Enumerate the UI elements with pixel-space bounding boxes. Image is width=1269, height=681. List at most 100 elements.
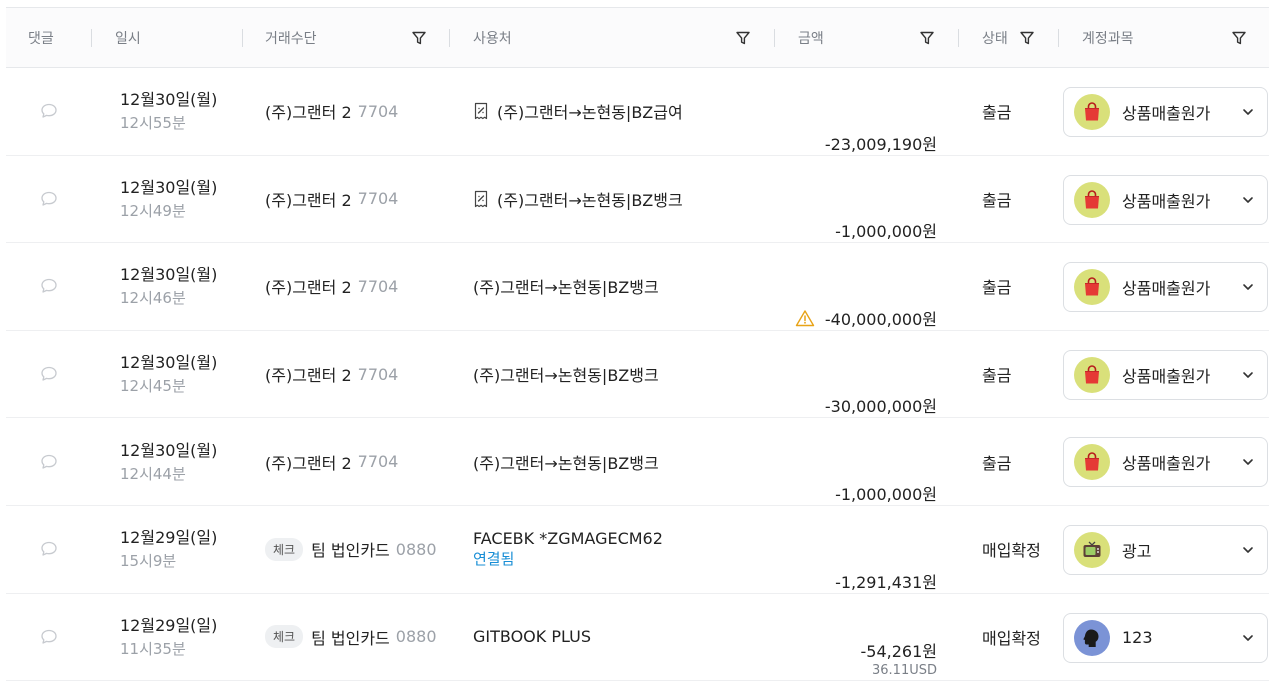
filter-icon[interactable] <box>919 30 935 46</box>
payment-method-cell: (주)그랜터 2 7704 <box>265 331 398 418</box>
payment-method-cell: (주)그랜터 2 7704 <box>265 243 398 330</box>
account-label: 상품매출원가 <box>1122 104 1211 123</box>
chevron-down-icon[interactable] <box>1241 368 1255 382</box>
transaction-time: 12시46분 <box>120 289 186 308</box>
header-divider <box>958 29 959 47</box>
transaction-date: 12월30일(월) <box>120 90 218 110</box>
account-select[interactable]: 상품매출원가 <box>1063 437 1268 488</box>
chevron-down-icon[interactable] <box>1241 543 1255 557</box>
header-datetime: 일시 <box>115 31 141 47</box>
datetime-cell: 12월30일(월) 12시44분 <box>120 418 217 505</box>
linked-status-link[interactable]: 연결됨 <box>473 548 514 570</box>
chevron-down-icon[interactable] <box>1241 455 1255 469</box>
comment-cell[interactable] <box>38 506 60 593</box>
account-label: 상품매출원가 <box>1122 191 1211 211</box>
datetime-cell: 12월29일(일) 15시9분 <box>120 506 217 593</box>
header-status: 상태 <box>982 31 1008 47</box>
payment-method-name: (주)그랜터 2 <box>265 453 352 473</box>
account-select[interactable]: 상품매출원가 <box>1063 87 1268 137</box>
comment-icon[interactable] <box>39 539 59 559</box>
comment-icon[interactable] <box>39 627 59 647</box>
transaction-time: 15시9분 <box>120 552 177 571</box>
chevron-down-icon[interactable] <box>1241 280 1255 294</box>
comment-cell[interactable] <box>38 331 60 418</box>
merchant-line: (주)그랜터→논현동|BZ뱅크 <box>473 274 659 298</box>
account-avatar <box>1074 356 1110 393</box>
header-divider <box>449 29 450 47</box>
table-row[interactable]: 12월30일(월) 12시44분 (주)그랜터 2 7704 (주)그랜터→논현동|BZ… <box>6 418 1269 506</box>
table-header: 댓글 일시 거래수단 사용처 금액 상태 계정과목 <box>6 7 1269 68</box>
merchant-line: (주)그랜터→논현동|BZ뱅크 <box>473 362 659 386</box>
header-account: 계정과목 <box>1082 31 1134 47</box>
transaction-time: 12시49분 <box>120 201 186 220</box>
comment-cell[interactable] <box>38 594 60 681</box>
account-select[interactable]: 상품매출원가 <box>1063 262 1268 313</box>
comment-cell[interactable] <box>38 156 60 243</box>
account-avatar <box>1074 444 1110 481</box>
merchant-name: (주)그랜터→논현동|BZ뱅크 <box>473 366 659 386</box>
datetime-cell: 12월29일(일) 11시35분 <box>120 594 217 681</box>
account-label: 상품매출원가 <box>1122 454 1211 474</box>
amount-line: -1,291,431원 <box>835 569 937 593</box>
filter-icon[interactable] <box>735 30 751 46</box>
table-row[interactable]: 12월29일(일) 11시35분 체크 팀 법인카드 0880 GITBOOK PLUS -… <box>6 594 1269 681</box>
account-select[interactable]: 광고 <box>1063 524 1268 575</box>
filter-icon[interactable] <box>1019 30 1035 46</box>
card-type-badge: 체크 <box>265 625 304 649</box>
merchant-name: GITBOOK PLUS <box>473 627 591 647</box>
merchant-line: FACEBK *ZGMAGECM62 <box>473 529 663 548</box>
card-type-badge: 체크 <box>265 537 304 561</box>
header-divider <box>91 29 92 47</box>
payment-method-name: (주)그랜터 2 <box>265 366 352 386</box>
status-label: 출금 <box>982 103 1012 123</box>
transaction-date: 12월30일(월) <box>120 177 218 197</box>
chevron-down-icon[interactable] <box>1241 193 1255 207</box>
table-row[interactable]: 12월30일(월) 12시46분 (주)그랜터 2 7704 (주)그랜터→논현동|BZ… <box>6 243 1269 331</box>
comment-cell[interactable] <box>38 243 60 330</box>
comment-icon[interactable] <box>39 189 59 209</box>
merchant-cell: FACEBK *ZGMAGECM62 연결됨 <box>473 506 663 593</box>
transaction-time: 11시35분 <box>120 639 186 658</box>
comment-cell[interactable] <box>38 68 60 155</box>
table-row[interactable]: 12월30일(월) 12시49분 (주)그랜터 2 7704 (주)그랜터→논현동|BZ… <box>6 156 1269 244</box>
table-row[interactable]: 12월29일(일) 15시9분 체크 팀 법인카드 0880 FACEBK *ZGMAGE… <box>6 506 1269 594</box>
account-avatar <box>1074 619 1110 656</box>
amount-cell: -30,000,000원 <box>776 331 937 418</box>
account-avatar <box>1074 181 1110 218</box>
merchant-name: (주)그랜터→논현동|BZ뱅크 <box>473 453 659 473</box>
account-select[interactable]: 상품매출원가 <box>1063 174 1268 225</box>
status-label: 출금 <box>982 453 1012 473</box>
account-select[interactable]: 상품매출원가 <box>1063 349 1268 400</box>
header-divider <box>1058 29 1059 47</box>
amount-value: -1,000,000원 <box>835 222 937 242</box>
comment-icon[interactable] <box>39 364 59 384</box>
chevron-down-icon[interactable] <box>1241 105 1255 119</box>
status-label: 출금 <box>982 278 1012 298</box>
account-select[interactable]: 123 <box>1063 612 1268 663</box>
payment-method-name: (주)그랜터 2 <box>265 103 352 123</box>
receipt-icon <box>473 190 489 208</box>
comment-icon[interactable] <box>39 101 59 121</box>
transaction-time: 12시45분 <box>120 377 186 396</box>
comment-icon[interactable] <box>39 276 59 296</box>
shopping-bag-icon <box>1082 189 1102 211</box>
table-row[interactable]: 12월30일(월) 12시45분 (주)그랜터 2 7704 (주)그랜터→논현동|BZ… <box>6 331 1269 419</box>
filter-icon[interactable] <box>411 30 427 46</box>
chevron-down-icon[interactable] <box>1241 631 1255 645</box>
merchant-cell: (주)그랜터→논현동|BZ뱅크 <box>473 418 659 505</box>
account-avatar <box>1074 269 1110 306</box>
comment-icon[interactable] <box>39 452 59 472</box>
shopping-bag-icon <box>1082 364 1102 386</box>
table-row[interactable]: 12월30일(월) 12시55분 (주)그랜터 2 7704 (주)그랜터→논현동|BZ… <box>6 68 1269 156</box>
filter-icon[interactable] <box>1231 30 1247 46</box>
amount-cell: -1,291,431원 <box>776 506 937 593</box>
header-amount: 금액 <box>798 31 824 47</box>
merchant-line: (주)그랜터→논현동|BZ급여 <box>473 99 683 123</box>
transaction-date: 12월29일(일) <box>120 528 218 548</box>
amount-line: -40,000,000원 <box>795 306 937 330</box>
status-label: 출금 <box>982 190 1012 210</box>
card-last-digits: 7704 <box>357 364 399 384</box>
payment-method-cell: (주)그랜터 2 7704 <box>265 418 398 505</box>
comment-cell[interactable] <box>38 418 60 505</box>
merchant-name: (주)그랜터→논현동|BZ뱅크 <box>497 190 683 210</box>
